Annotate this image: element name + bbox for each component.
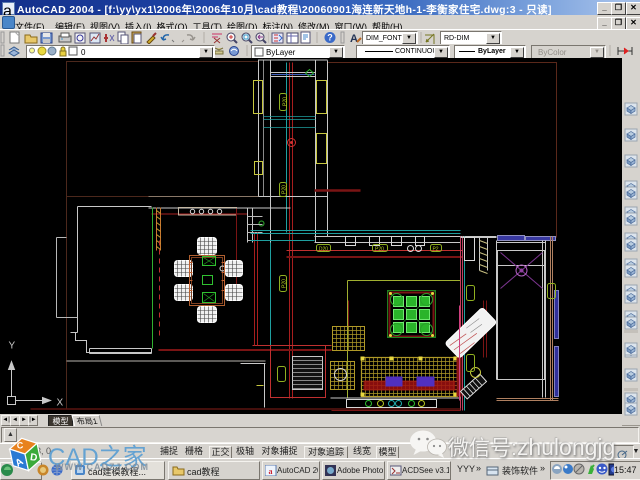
svg-text:C: C [16,440,24,450]
svg-text:D: D [29,452,38,464]
